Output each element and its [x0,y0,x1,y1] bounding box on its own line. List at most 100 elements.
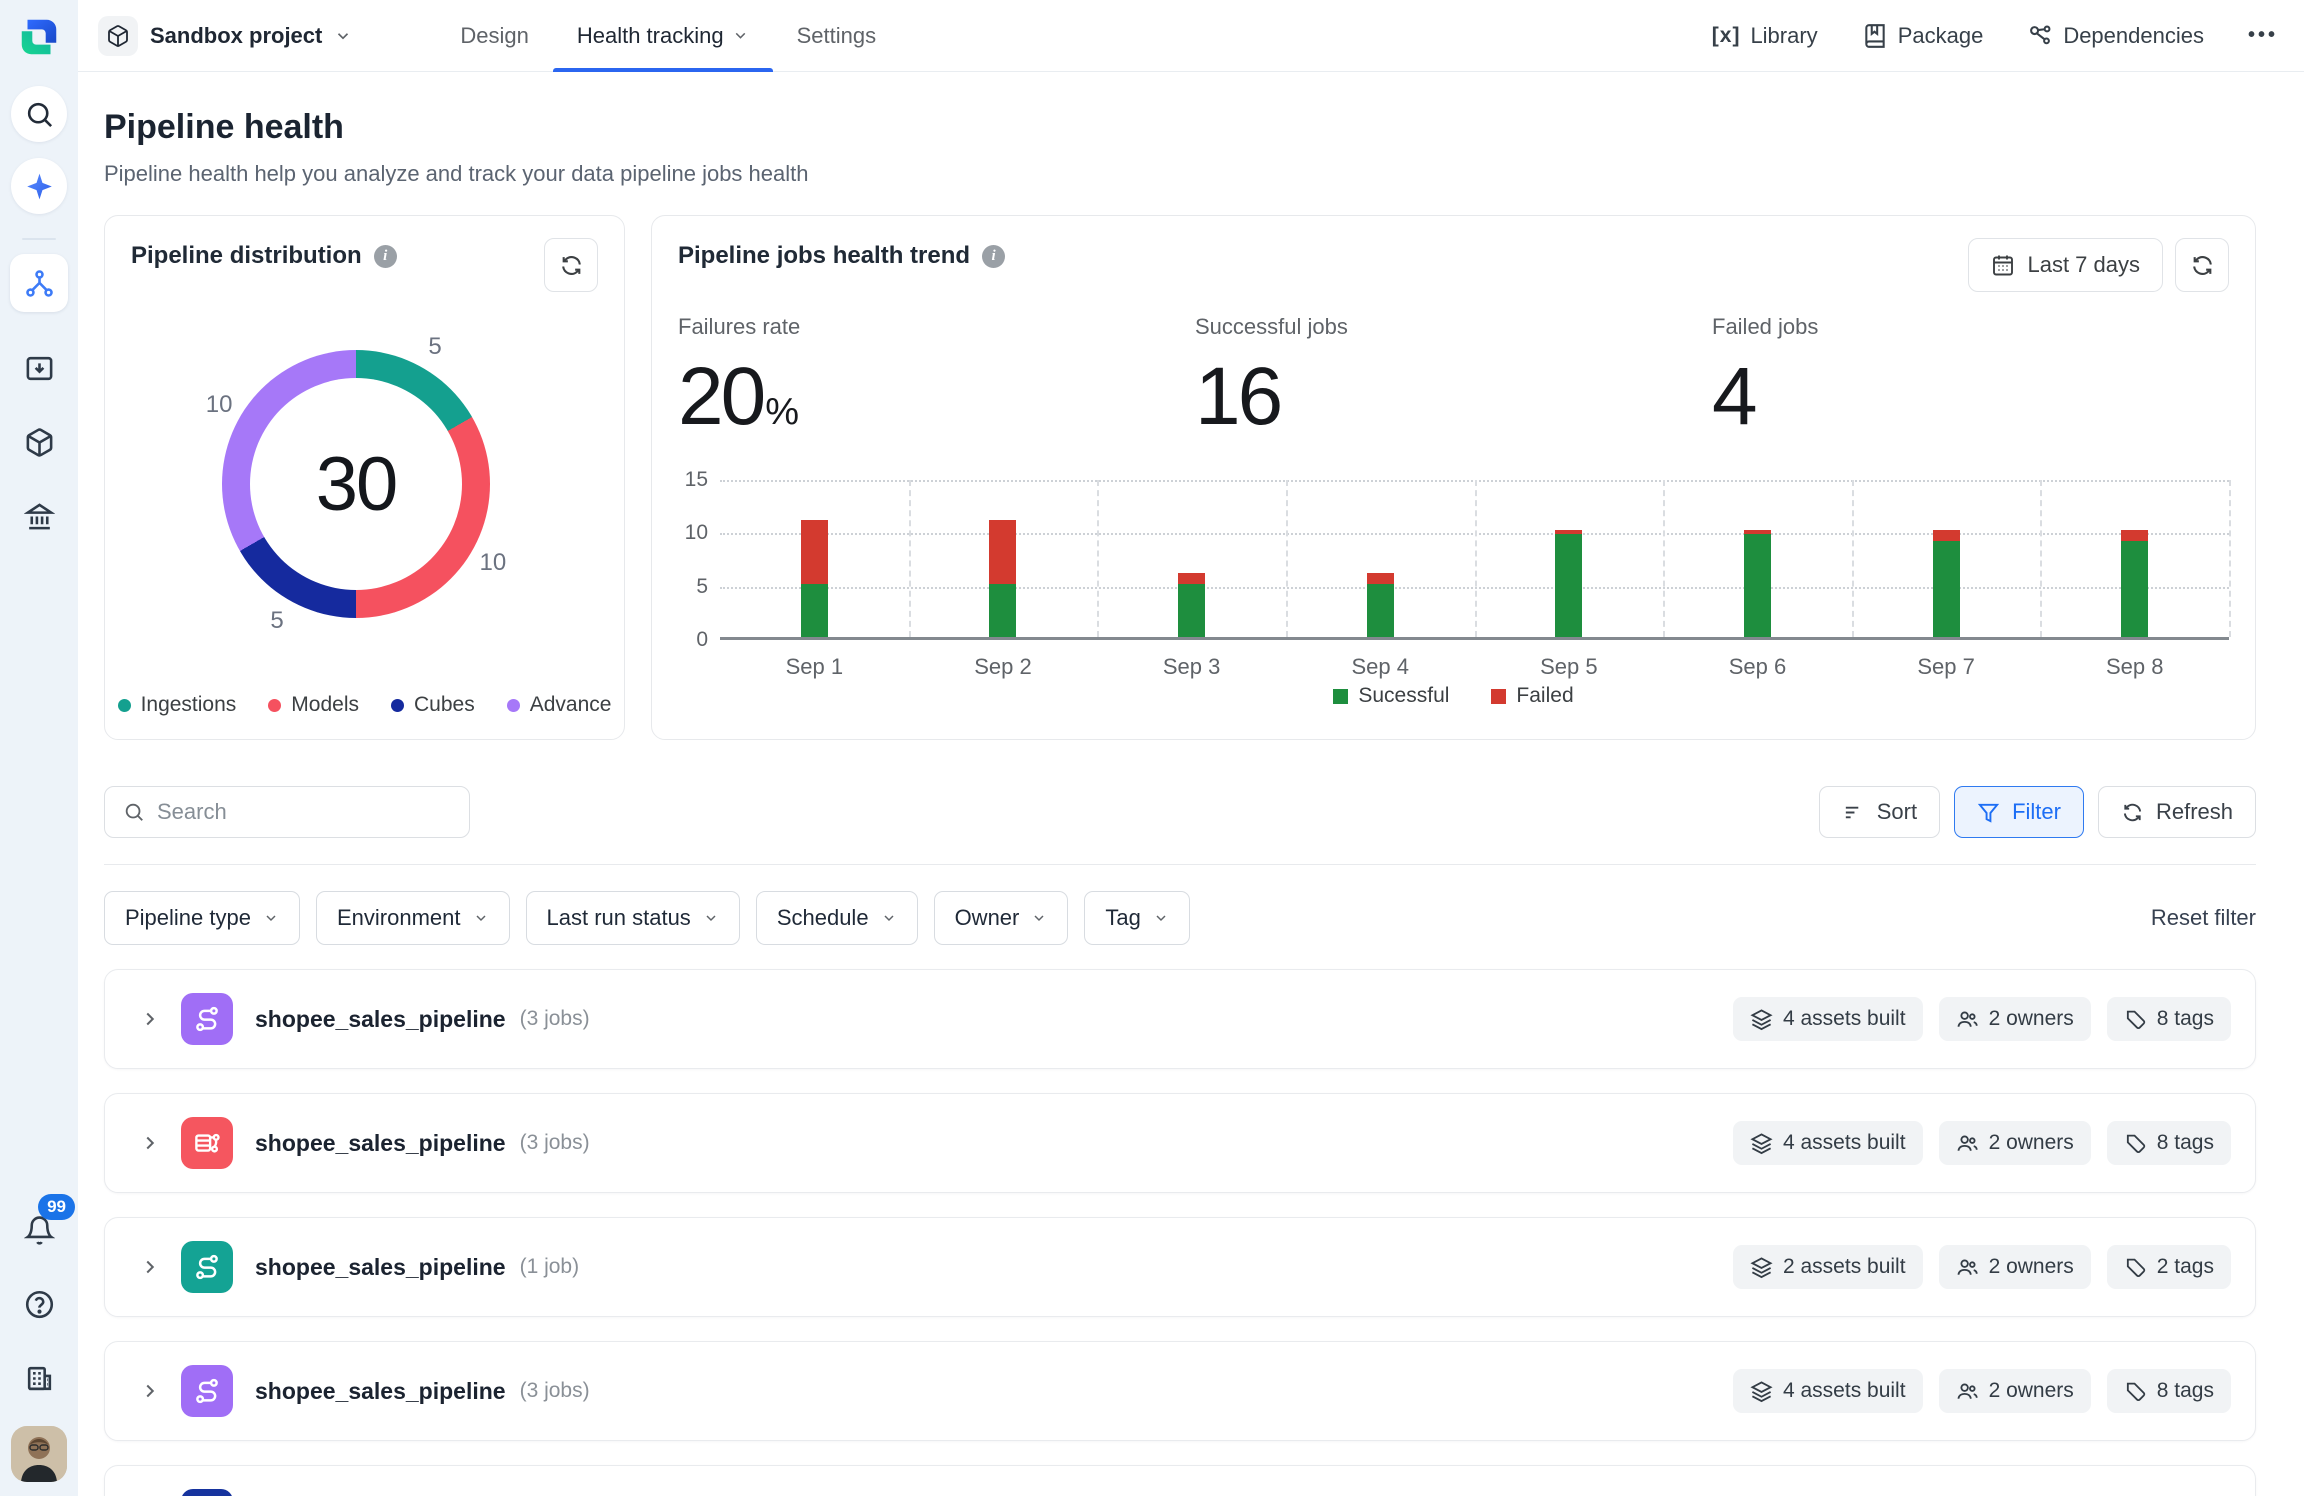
sidebar-ai-button[interactable] [11,158,67,214]
list-toolbar: Sort Filter Refresh [104,786,2256,838]
info-icon[interactable]: i [374,245,397,268]
package-button[interactable]: Package [1862,23,1984,49]
refresh-label: Refresh [2156,799,2233,825]
bar-chart-y-axis: 051015 [678,468,714,640]
owners-badge: 2 owners [1939,1369,2091,1413]
cube-icon [24,427,55,458]
sidebar-notifications-button[interactable]: 99 [11,1202,67,1258]
sort-button[interactable]: Sort [1819,786,1940,838]
legend-item: Sucessful [1333,684,1449,708]
assets-built-badge: 2 assets built [1733,1245,1923,1289]
pipeline-row[interactable]: shopee_sales_pipeline (1 job) 2 assets b… [104,1217,2256,1317]
more-menu-button[interactable]: ••• [2248,24,2278,47]
library-button[interactable]: [x] Library [1712,23,1818,49]
project-box-icon [98,16,138,56]
donut-segment-value: 10 [206,391,233,419]
filter-chip-tag[interactable]: Tag [1084,891,1189,945]
search-box[interactable] [104,786,470,838]
sidebar-organization-button[interactable] [11,1350,67,1406]
layers-icon [1750,1132,1773,1155]
pipeline-row[interactable]: shopee_sales_pipeline (3 jobs) 4 assets … [104,969,2256,1069]
filter-chip-owner[interactable]: Owner [934,891,1069,945]
assets-built-badge: 4 assets built [1733,1121,1923,1165]
donut-segment-value: 10 [479,549,506,577]
chevron-down-icon [732,27,749,44]
refresh-button[interactable]: Refresh [2098,786,2256,838]
donut-chart[interactable]: 30 [222,350,490,618]
dependencies-label: Dependencies [2063,23,2204,49]
jobs-bar-chart[interactable]: 051015 Sep 1Sep 2Sep 3Sep 4Sep 5Sep 6Sep… [678,468,2229,678]
notification-badge: 99 [38,1194,75,1220]
user-avatar[interactable] [11,1426,67,1482]
pipeline-type-icon [181,1241,233,1293]
sidebar-item-pipelines[interactable] [10,254,68,312]
pipeline-name: shopee_sales_pipeline [255,1130,506,1157]
bar-chart-x-axis: Sep 1Sep 2Sep 3Sep 4Sep 5Sep 6Sep 7Sep 8 [720,654,2229,680]
chevron-right-icon[interactable] [139,1008,161,1030]
help-icon [24,1289,55,1320]
project-name: Sandbox project [150,23,322,49]
filter-chip-last-run-status[interactable]: Last run status [526,891,740,945]
book-icon [1862,23,1888,49]
trend-refresh-button[interactable] [2175,238,2229,292]
project-selector[interactable]: Sandbox project [98,16,352,56]
tag-icon [2124,1132,2147,1155]
sidebar-item-packages[interactable] [11,414,67,470]
stat-label: Failures rate [678,314,1195,340]
sidebar-help-button[interactable] [11,1276,67,1332]
tab-settings[interactable]: Settings [773,0,901,72]
tag-icon [2124,1256,2147,1279]
filter-chip-schedule[interactable]: Schedule [756,891,918,945]
sidebar-item-inbox[interactable] [11,340,67,396]
distribution-refresh-button[interactable] [544,238,598,292]
toolbar-divider [104,864,2256,865]
donut-segment-value: 5 [270,607,283,635]
chevron-down-icon [703,910,719,926]
owners-badge: 2 owners [1939,1121,2091,1165]
owners-badge: 2 owners [1939,997,2091,1041]
refresh-icon [559,253,584,278]
trend-card-title: Pipeline jobs health trend [678,242,970,270]
chevron-right-icon[interactable] [139,1256,161,1278]
tags-badge: 8 tags [2107,1369,2231,1413]
tab-label: Health tracking [577,23,724,49]
tags-badge: 8 tags [2107,1121,2231,1165]
tab-design[interactable]: Design [436,0,552,72]
sort-label: Sort [1877,799,1917,825]
filter-button[interactable]: Filter [1954,786,2084,838]
info-icon[interactable]: i [982,245,1005,268]
bank-icon [24,501,55,532]
tab-bar: Design Health tracking Settings [436,0,900,72]
pipeline-row[interactable]: shopee_sales_pipeline [104,1465,2256,1496]
refresh-icon [2121,801,2144,824]
bar-chart-plot [720,480,2229,640]
page-subtitle: Pipeline health help you analyze and tra… [104,161,2256,187]
app-logo[interactable] [16,14,62,60]
chevron-right-icon[interactable] [139,1380,161,1402]
filter-chip-pipeline-type[interactable]: Pipeline type [104,891,300,945]
bar-chart-legend: SucessfulFailed [678,684,2229,708]
reset-filter-button[interactable]: Reset filter [2151,905,2256,931]
inbox-download-icon [24,353,55,384]
sidebar-item-warehouse[interactable] [11,488,67,544]
library-label: Library [1750,23,1817,49]
tab-health-tracking[interactable]: Health tracking [553,0,773,72]
topbar-actions: [x] Library Package Dependencies [1712,23,2278,49]
pipeline-graph-icon [24,268,55,299]
dependencies-button[interactable]: Dependencies [2027,23,2204,49]
users-icon [1956,1380,1979,1403]
pipeline-row[interactable]: shopee_sales_pipeline (3 jobs) 4 assets … [104,1341,2256,1441]
sidebar-search-button[interactable] [11,86,67,142]
page-title: Pipeline health [104,108,2256,147]
donut-total: 30 [316,441,397,528]
search-input[interactable] [157,799,451,825]
pipeline-jobs-count: (1 job) [520,1255,580,1279]
filter-chip-environment[interactable]: Environment [316,891,510,945]
layers-icon [1750,1256,1773,1279]
pipeline-row[interactable]: shopee_sales_pipeline (3 jobs) 4 assets … [104,1093,2256,1193]
legend-item: Advance [507,693,612,717]
donut-segment-value: 5 [428,333,441,361]
sidebar: 99 [0,0,78,1496]
date-range-button[interactable]: Last 7 days [1968,238,2163,292]
chevron-right-icon[interactable] [139,1132,161,1154]
